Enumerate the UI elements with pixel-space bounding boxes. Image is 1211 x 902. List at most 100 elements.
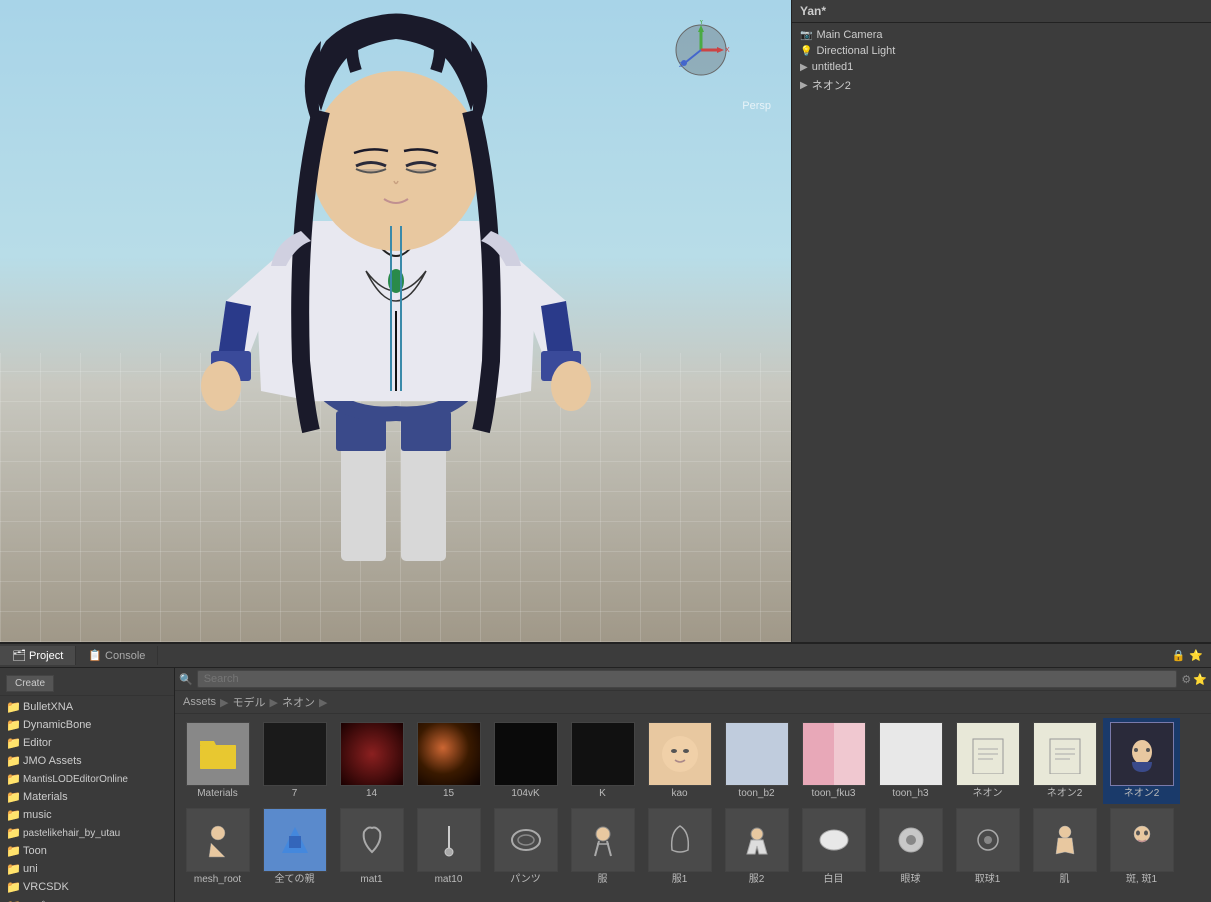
folder-label-uni: uni [23,863,38,875]
asset-label-mesh-root: mesh_root [194,874,241,886]
breadcrumb-neon[interactable]: ネオン [282,694,315,710]
asset-label-7: 7 [292,788,298,800]
folder-mantis[interactable]: 📁 MantisLODEditorOnline [0,770,174,788]
folder-panel: Create 📁 BulletXNA 📁 DynamicBone 📁 Edito… [0,668,175,902]
asset-label-toon-b2: toon_b2 [738,788,774,800]
asset-mat1[interactable]: mat1 [333,804,410,890]
folder-music[interactable]: 📁 music [0,806,174,824]
tab-console[interactable]: 📋 Console [76,646,158,665]
folder-icon-pasteli: 📁 [6,826,21,840]
folder-materials[interactable]: 📁 Materials [0,788,174,806]
asset-gankyuu[interactable]: 眼球 [872,804,949,890]
asset-materials-folder[interactable]: Materials [179,718,256,804]
asset-neon[interactable]: ネオン [949,718,1026,804]
asset-thumb-han [1110,808,1174,872]
folder-dynamicbone[interactable]: 📁 DynamicBone [0,716,174,734]
asset-toon-h3[interactable]: toon_h3 [872,718,949,804]
bottom-area: 🗂 Project 📋 Console 🔒 ⭐ Create 📁 BulletX… [0,642,1211,902]
asset-thumb-kao [648,722,712,786]
asset-label-all-parents: 全ての親 [275,874,315,886]
asset-toon-b2[interactable]: toon_b2 [718,718,795,804]
asset-all-parents[interactable]: 全ての親 [256,804,333,890]
main-layout: Y X Z Persp Yan* 📷 Main Camera 💡 Directi… [0,0,1211,902]
asset-thumb-neon2-selected [1110,722,1174,786]
folder-icon-toon: 📁 [6,844,21,858]
asset-fuku2[interactable]: 服2 [718,804,795,890]
hier-item-neon2[interactable]: ▶ ネオン2 [792,75,1211,95]
asset-thumb-mat10 [417,808,481,872]
asset-torikyuu1[interactable]: 取球1 [949,804,1026,890]
asset-fuku[interactable]: 服 [564,804,641,890]
asset-thumb-104vk [494,722,558,786]
asset-hada[interactable]: 肌 [1026,804,1103,890]
create-button[interactable]: Create [6,675,54,692]
hier-item-main-camera[interactable]: 📷 Main Camera [792,27,1211,43]
asset-label-15: 15 [443,788,454,800]
asset-neon2-selected[interactable]: ネオン2 [1103,718,1180,804]
asset-7[interactable]: 7 [256,718,333,804]
asset-mat10[interactable]: mat10 [410,804,487,890]
asset-shiromeа[interactable]: 白目 [795,804,872,890]
asset-neon2[interactable]: ネオン2 [1026,718,1103,804]
folder-pasteli[interactable]: 📁 pastelikehair_by_utau [0,824,174,842]
breadcrumb-sep2: ▶ [269,696,277,709]
folder-icon-uni: 📁 [6,862,21,876]
search-input[interactable] [197,670,1178,688]
asset-thumb-neon2 [1033,722,1097,786]
asset-thumb-shirome [802,808,866,872]
assets-panel: 🔍 ⚙ ⭐ Assets ▶ モデル ▶ ネオン ▶ [175,668,1211,902]
folder-label-dynamicbone: DynamicBone [23,719,91,731]
asset-mesh-root[interactable]: mesh_root [179,804,256,890]
folder-toon[interactable]: 📁 Toon [0,842,174,860]
search-star-icon[interactable]: ⭐ [1193,673,1207,686]
asset-han[interactable]: 斑, 斑1 [1103,804,1180,890]
bottom-tabs: 🗂 Project 📋 Console 🔒 ⭐ [0,644,1211,668]
asset-label-kao: kao [671,788,687,800]
asset-label-mat1: mat1 [360,874,382,886]
hier-label-main-camera: Main Camera [816,29,882,41]
asset-15[interactable]: 15 [410,718,487,804]
asset-thumb-hada [1033,808,1097,872]
hier-icon-light: 💡 [800,46,812,57]
asset-label-materials-folder: Materials [197,788,238,800]
hier-item-directional-light[interactable]: 💡 Directional Light [792,43,1211,59]
hierarchy-header: Yan* [792,0,1211,23]
asset-thumb-15 [417,722,481,786]
asset-label-shirome: 白目 [824,874,844,886]
hierarchy-panel: Yan* 📷 Main Camera 💡 Directional Light ▶… [791,0,1211,642]
folder-label-mantis: MantisLODEditorOnline [23,774,128,785]
tab-lock-icon[interactable]: 🔒 [1172,649,1186,662]
breadcrumb-assets[interactable]: Assets [183,696,216,708]
top-area: Y X Z Persp Yan* 📷 Main Camera 💡 Directi… [0,0,1211,642]
search-options-icon[interactable]: ⚙ [1181,673,1191,686]
viewport-gizmo[interactable]: Y X Z [671,20,731,80]
search-icon: 🔍 [179,673,193,686]
hier-item-untitled1[interactable]: ▶ untitled1 [792,59,1211,75]
breadcrumb-model[interactable]: モデル [232,694,265,710]
asset-thumb-all-parents [263,808,327,872]
tab-star-icon[interactable]: ⭐ [1189,649,1203,662]
assets-grid: Materials 7 14 15 [175,714,1211,894]
asset-pants[interactable]: パンツ [487,804,564,890]
asset-104vk[interactable]: 104vK [487,718,564,804]
folder-vrcsdk[interactable]: 📁 VRCSDK [0,878,174,896]
asset-label-k: K [599,788,606,800]
asset-14[interactable]: 14 [333,718,410,804]
folder-bulletxna[interactable]: 📁 BulletXNA [0,698,174,716]
asset-k[interactable]: K [564,718,641,804]
folder-editor[interactable]: 📁 Editor [0,734,174,752]
asset-label-han: 斑, 斑1 [1126,874,1157,886]
asset-kao[interactable]: kao [641,718,718,804]
asset-fuku1[interactable]: 服1 [641,804,718,890]
asset-label-mat10: mat10 [435,874,463,886]
asset-label-torikyuu1: 取球1 [975,874,1001,886]
folder-label-materials: Materials [23,791,68,803]
asset-toon-fku3[interactable]: toon_fku3 [795,718,872,804]
tab-project[interactable]: 🗂 Project [0,646,76,665]
folder-model[interactable]: 📁 モデル [0,896,174,902]
folder-uni[interactable]: 📁 uni [0,860,174,878]
asset-thumb-neon [956,722,1020,786]
folder-jmo[interactable]: 📁 JMO Assets [0,752,174,770]
viewport[interactable]: Y X Z Persp [0,0,791,642]
folder-label-editor: Editor [23,737,52,749]
